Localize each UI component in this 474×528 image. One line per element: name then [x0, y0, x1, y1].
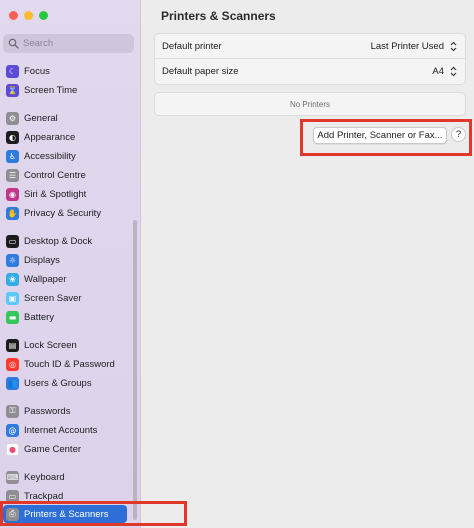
sidebar-item-screen-saver[interactable]: ▣ Screen Saver — [3, 289, 127, 307]
sidebar-item-label: Passwords — [24, 405, 71, 417]
sidebar-item-label: Privacy & Security — [24, 207, 102, 219]
settings-window: ☾ Focus ⌛ Screen Time ⚙ General ◐ Appearance ♿ Ac… — [0, 0, 474, 528]
sidebar-item-game-center[interactable]: ● Game Center — [3, 440, 127, 458]
sidebar-item-label: Wallpaper — [24, 273, 67, 285]
sidebar-item-lock-screen[interactable]: ▤ Lock Screen — [3, 336, 127, 354]
page-title: Printers & Scanners — [161, 9, 276, 23]
siri-icon: ◉ — [6, 187, 19, 201]
sidebar-item-label: Siri & Spotlight — [24, 188, 87, 200]
sidebar-item-label: Lock Screen — [24, 339, 77, 351]
sidebar-item-keyboard[interactable]: ⌨ Keyboard — [3, 468, 127, 486]
close-window-button[interactable] — [9, 11, 18, 20]
default-printer-value: Last Printer Used — [370, 40, 444, 52]
dock-icon: ▭ — [6, 234, 19, 248]
sidebar-item-privacy-security[interactable]: ✋ Privacy & Security — [3, 204, 127, 222]
sidebar-item-focus[interactable]: ☾ Focus — [3, 62, 127, 80]
default-paper-size-value: A4 — [432, 66, 444, 77]
fingerprint-icon: ◎ — [6, 357, 19, 371]
battery-icon: ▬ — [6, 310, 19, 324]
sidebar-item-label: Displays — [24, 254, 60, 266]
keyboard-icon: ⌨ — [6, 470, 19, 484]
appearance-icon: ◐ — [6, 130, 19, 144]
key-icon: ⚿ — [6, 404, 19, 418]
accessibility-icon: ♿ — [6, 149, 19, 163]
up-down-chevron-icon — [449, 40, 458, 53]
default-printer-select[interactable]: Last Printer Used — [371, 40, 458, 53]
moon-icon: ☾ — [6, 64, 19, 78]
add-button-highlight — [300, 119, 472, 156]
search-icon — [8, 38, 19, 49]
sidebar-item-accessibility[interactable]: ♿ Accessibility — [3, 147, 127, 165]
default-printer-label: Default printer — [162, 40, 222, 52]
sidebar-item-siri-spotlight[interactable]: ◉ Siri & Spotlight — [3, 185, 127, 203]
users-icon: 👥 — [6, 376, 19, 390]
sidebar-item-label: General — [24, 112, 58, 124]
default-paper-size-label: Default paper size — [162, 66, 239, 77]
displays-icon: ☼ — [6, 253, 19, 267]
sidebar-item-touch-id[interactable]: ◎ Touch ID & Password — [3, 355, 127, 373]
no-printers-label: No Printers — [289, 99, 330, 109]
sidebar-item-screen-time[interactable]: ⌛ Screen Time — [3, 81, 127, 99]
search-field[interactable] — [3, 34, 134, 53]
minimize-window-button[interactable] — [24, 11, 33, 20]
sidebar-item-label: Control Centre — [24, 169, 86, 181]
sidebar-item-wallpaper[interactable]: ❀ Wallpaper — [3, 270, 127, 288]
sidebar-item-label: Desktop & Dock — [24, 235, 93, 247]
game-center-icon: ● — [6, 442, 19, 456]
printers-item-highlight — [0, 501, 187, 526]
sidebar-item-label: Users & Groups — [24, 377, 92, 389]
sidebar-item-displays[interactable]: ☼ Displays — [3, 251, 127, 269]
sidebar-item-passwords[interactable]: ⚿ Passwords — [3, 402, 127, 420]
sidebar-item-general[interactable]: ⚙ General — [3, 109, 127, 127]
sidebar-item-label: Screen Time — [24, 84, 78, 96]
sidebar-item-label: Game Center — [24, 443, 82, 455]
sidebar-item-battery[interactable]: ▬ Battery — [3, 308, 127, 326]
gear-icon: ⚙ — [6, 111, 19, 125]
sidebar-item-desktop-dock[interactable]: ▭ Desktop & Dock — [3, 232, 127, 250]
defaults-group: Default printer Last Printer Used Defaul… — [154, 33, 466, 85]
sidebar-item-appearance[interactable]: ◐ Appearance — [3, 128, 127, 146]
sidebar-item-label: Appearance — [24, 131, 76, 143]
sidebar-item-control-centre[interactable]: ☰ Control Centre — [3, 166, 127, 184]
sidebar-item-users-groups[interactable]: 👥 Users & Groups — [3, 374, 127, 392]
screen-saver-icon: ▣ — [6, 291, 19, 305]
sidebar: ☾ Focus ⌛ Screen Time ⚙ General ◐ Appearance ♿ Ac… — [0, 0, 141, 528]
sidebar-item-label: Keyboard — [24, 471, 65, 483]
sidebar-item-internet-accounts[interactable]: @ Internet Accounts — [3, 421, 127, 439]
hand-icon: ✋ — [6, 206, 19, 220]
default-paper-size-select[interactable]: A4 — [432, 65, 458, 78]
default-paper-size-row[interactable]: Default paper size A4 — [155, 59, 465, 84]
flower-icon: ❀ — [6, 272, 19, 286]
printers-list: No Printers — [154, 92, 466, 116]
lock-icon: ▤ — [6, 338, 19, 352]
sidebar-item-label: Touch ID & Password — [24, 358, 115, 370]
up-down-chevron-icon — [449, 65, 458, 78]
sidebar-item-label: Trackpad — [24, 490, 64, 502]
sidebar-item-label: Screen Saver — [24, 292, 82, 304]
main-pane: Printers & Scanners Default printer Last… — [141, 0, 474, 528]
sidebar-item-label: Battery — [24, 311, 55, 323]
sidebar-item-label: Focus — [24, 65, 50, 77]
sidebar-item-label: Internet Accounts — [24, 424, 98, 436]
at-icon: @ — [6, 423, 19, 437]
control-centre-icon: ☰ — [6, 168, 19, 182]
zoom-window-button[interactable] — [39, 11, 48, 20]
search-input[interactable] — [23, 38, 123, 49]
window-controls — [9, 11, 48, 20]
default-printer-row[interactable]: Default printer Last Printer Used — [155, 34, 465, 59]
sidebar-item-label: Accessibility — [24, 150, 76, 162]
hourglass-icon: ⌛ — [6, 83, 19, 97]
sidebar-scrollbar[interactable] — [133, 220, 137, 520]
